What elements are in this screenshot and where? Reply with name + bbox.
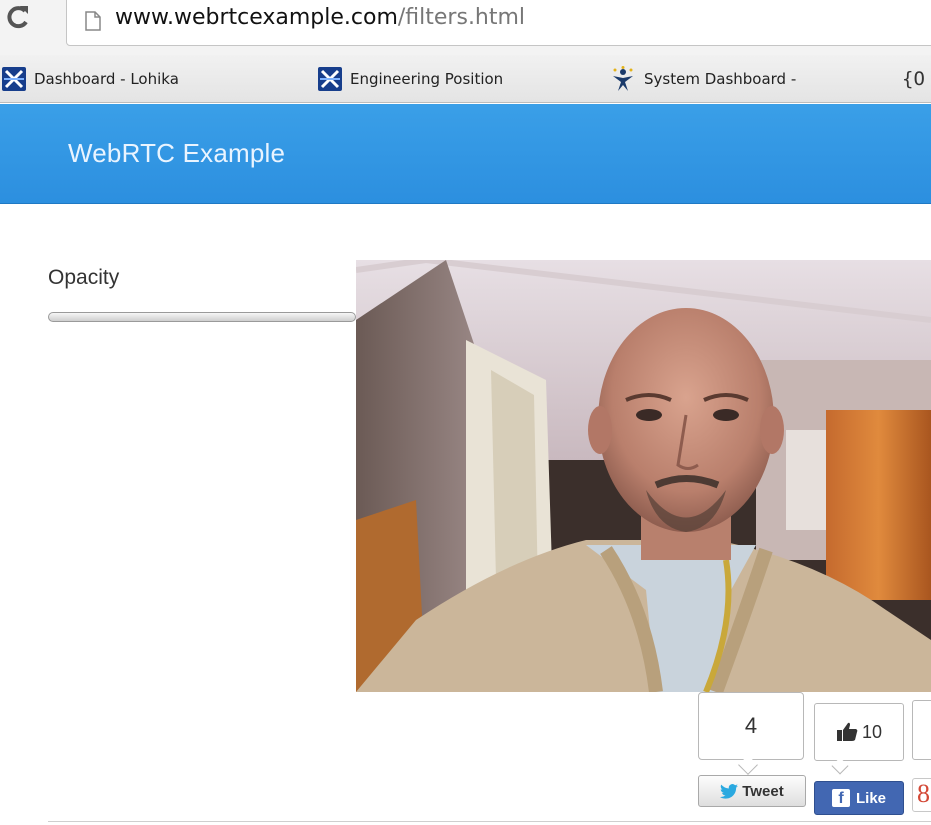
bookmark-engineering-position[interactable]: Engineering Position [318,65,503,93]
like-label: Like [855,789,886,807]
bookmark-system-dashboard[interactable]: System Dashboard - [610,65,796,93]
divider [48,821,931,822]
bookmark-partial[interactable]: {O [902,65,925,93]
bookmark-dashboard-lohika[interactable]: Dashboard - Lohika [2,65,179,93]
bookmark-label: Dashboard - Lohika [34,70,179,88]
star-figure-icon [610,66,636,92]
bookmark-label: Engineering Position [350,70,503,88]
bookmark-label-text: Engineering Position [350,70,504,88]
bookmark-label: {O [902,68,925,90]
gplus-count-bubble [912,700,931,760]
facebook-icon: f [831,789,850,807]
browser-toolbar: www.webrtcexample.com/filters.html [0,0,931,55]
url-text: www.webrtcexample.com/filters.html [115,5,525,30]
tweet-button[interactable]: Tweet [698,775,806,807]
app-navbar: WebRTC Example [0,104,931,204]
lohika-x-icon [318,67,342,91]
brand-title[interactable]: WebRTC Example [68,138,285,169]
google-plus-icon: 8 [917,779,930,808]
bookmarks-bar: Dashboard - Lohika Engineering Position … [0,55,931,103]
twitter-bird-icon [720,783,739,799]
like-count-bubble: 10 [814,703,904,761]
video-feed [356,260,931,692]
opacity-label: Opacity [48,266,120,289]
page-icon [85,11,101,31]
tweet-count-bubble: 4 [698,692,804,760]
facebook-like-button[interactable]: f Like [814,781,904,815]
opacity-slider[interactable] [48,312,356,322]
address-bar[interactable]: www.webrtcexample.com/filters.html [66,0,931,46]
lohika-x-icon [2,67,26,91]
like-count: 10 [861,721,883,742]
bookmark-label: System Dashboard - [644,70,797,88]
url-host: www.webrtcexample.com [115,5,398,30]
tweet-label: Tweet [742,782,784,800]
thumbs-up-icon [836,722,858,741]
reload-icon[interactable] [6,2,30,32]
google-plus-button[interactable]: 8 [912,778,931,812]
url-path: /filters.html [397,5,526,30]
